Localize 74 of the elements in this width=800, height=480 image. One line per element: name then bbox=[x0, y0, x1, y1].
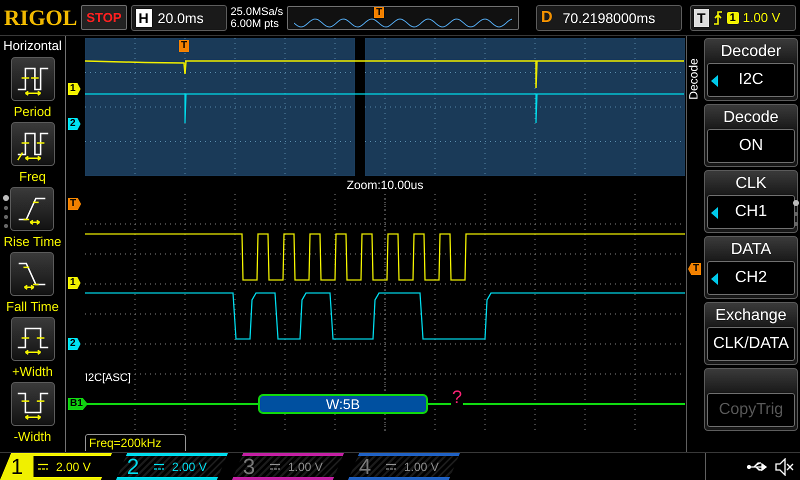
channel-scale: 2.00 V bbox=[56, 460, 91, 474]
channel-number: 4 bbox=[358, 454, 372, 480]
measure-label: Period bbox=[14, 104, 52, 120]
channel-tab[interactable]: 2 2.00 V bbox=[116, 453, 228, 480]
trigger-position-marker: T bbox=[374, 6, 384, 18]
delay-value: 70.2198000ms bbox=[562, 10, 656, 26]
menu-title: Horizontal bbox=[3, 37, 62, 55]
trigger-source: 1 bbox=[726, 12, 739, 24]
measure-label: Fall Time bbox=[6, 299, 59, 315]
memory-depth: 6.00M pts bbox=[230, 18, 280, 30]
rising-edge-icon bbox=[712, 10, 723, 26]
sample-rate: 25.0MSa/s bbox=[230, 6, 284, 18]
channel-scale: 1.00 V bbox=[288, 460, 323, 474]
frequency-readout: Freq=200kHz bbox=[85, 434, 186, 451]
channel-number: 1 bbox=[10, 454, 24, 480]
softkey-button[interactable]: ON bbox=[707, 129, 795, 163]
measure-label: -Width bbox=[14, 429, 52, 445]
channel-marker: 1 bbox=[68, 277, 81, 289]
softkey-button[interactable]: CH1 bbox=[707, 195, 795, 229]
measure-label: Rise Time bbox=[4, 234, 62, 250]
error-mark: ? bbox=[451, 388, 464, 406]
timebase-value: 20.0ms bbox=[158, 10, 204, 26]
channel-scale: 1.00 V bbox=[404, 460, 439, 474]
channel-marker: 2 bbox=[68, 338, 81, 350]
measure-button[interactable] bbox=[10, 187, 54, 231]
delay-label: D bbox=[541, 8, 553, 26]
measure-label: Freq bbox=[19, 169, 46, 185]
caret-icon bbox=[711, 273, 718, 285]
page-dots-icon bbox=[792, 199, 800, 229]
softkey-title: Decode bbox=[723, 108, 779, 128]
trigger-marker: T bbox=[68, 198, 82, 210]
measure-button[interactable] bbox=[10, 122, 54, 166]
menu-title: Decode bbox=[687, 58, 701, 100]
trigger-level: 1.00 V bbox=[742, 10, 780, 25]
softkey-title: CLK bbox=[735, 174, 767, 194]
channel-tab[interactable]: 3 1.00 V bbox=[232, 453, 344, 480]
measure-button[interactable] bbox=[10, 57, 54, 101]
measure-button[interactable] bbox=[10, 252, 54, 296]
measure-button[interactable] bbox=[10, 382, 54, 426]
run-stop-button[interactable]: STOP bbox=[81, 5, 127, 30]
channel-number: 3 bbox=[242, 454, 256, 480]
bus-label: I2C[ASC] bbox=[85, 372, 131, 384]
dc-coupling-icon bbox=[270, 462, 280, 470]
trigger-label: T bbox=[694, 8, 709, 26]
brand-logo: RIGOL bbox=[4, 4, 78, 30]
channel-tab[interactable]: 1 2.00 V bbox=[0, 453, 112, 480]
trigger-marker: T bbox=[179, 40, 190, 52]
usb-icon bbox=[746, 460, 768, 472]
measure-button[interactable] bbox=[10, 317, 54, 361]
channel-marker: 1 bbox=[68, 83, 81, 95]
channel-marker: 2 bbox=[68, 118, 81, 130]
delay-panel[interactable]: D 70.2198000ms bbox=[536, 4, 682, 30]
softkey-button[interactable]: CLK/DATA bbox=[707, 327, 795, 361]
softkey-button[interactable]: I2C bbox=[707, 63, 795, 97]
channel-marker: B1 bbox=[68, 398, 88, 410]
caret-icon bbox=[711, 207, 718, 219]
softkey-button[interactable]: CH2 bbox=[707, 261, 795, 295]
zoom-label: Zoom:10.00us bbox=[346, 177, 424, 194]
dc-coupling-icon bbox=[38, 462, 48, 470]
timebase-panel[interactable]: H 20.0ms bbox=[130, 4, 227, 30]
measure-label: +Width bbox=[12, 364, 53, 380]
channel-scale: 2.00 V bbox=[172, 460, 207, 474]
channel-tab[interactable]: 4 1.00 V bbox=[348, 453, 460, 480]
mute-icon[interactable] bbox=[774, 458, 794, 476]
dc-coupling-icon bbox=[386, 462, 396, 470]
trigger-panel[interactable]: T 1 1.00 V bbox=[690, 4, 796, 30]
softkey-title: DATA bbox=[730, 240, 772, 260]
softkey-title: Exchange bbox=[715, 306, 787, 326]
caret-icon bbox=[711, 75, 718, 87]
timebase-label: H bbox=[136, 8, 152, 26]
decoded-packet: W:5B bbox=[258, 394, 428, 414]
channel-number: 2 bbox=[126, 454, 140, 480]
softkey-title: Decoder bbox=[720, 42, 782, 62]
dc-coupling-icon bbox=[154, 462, 164, 470]
